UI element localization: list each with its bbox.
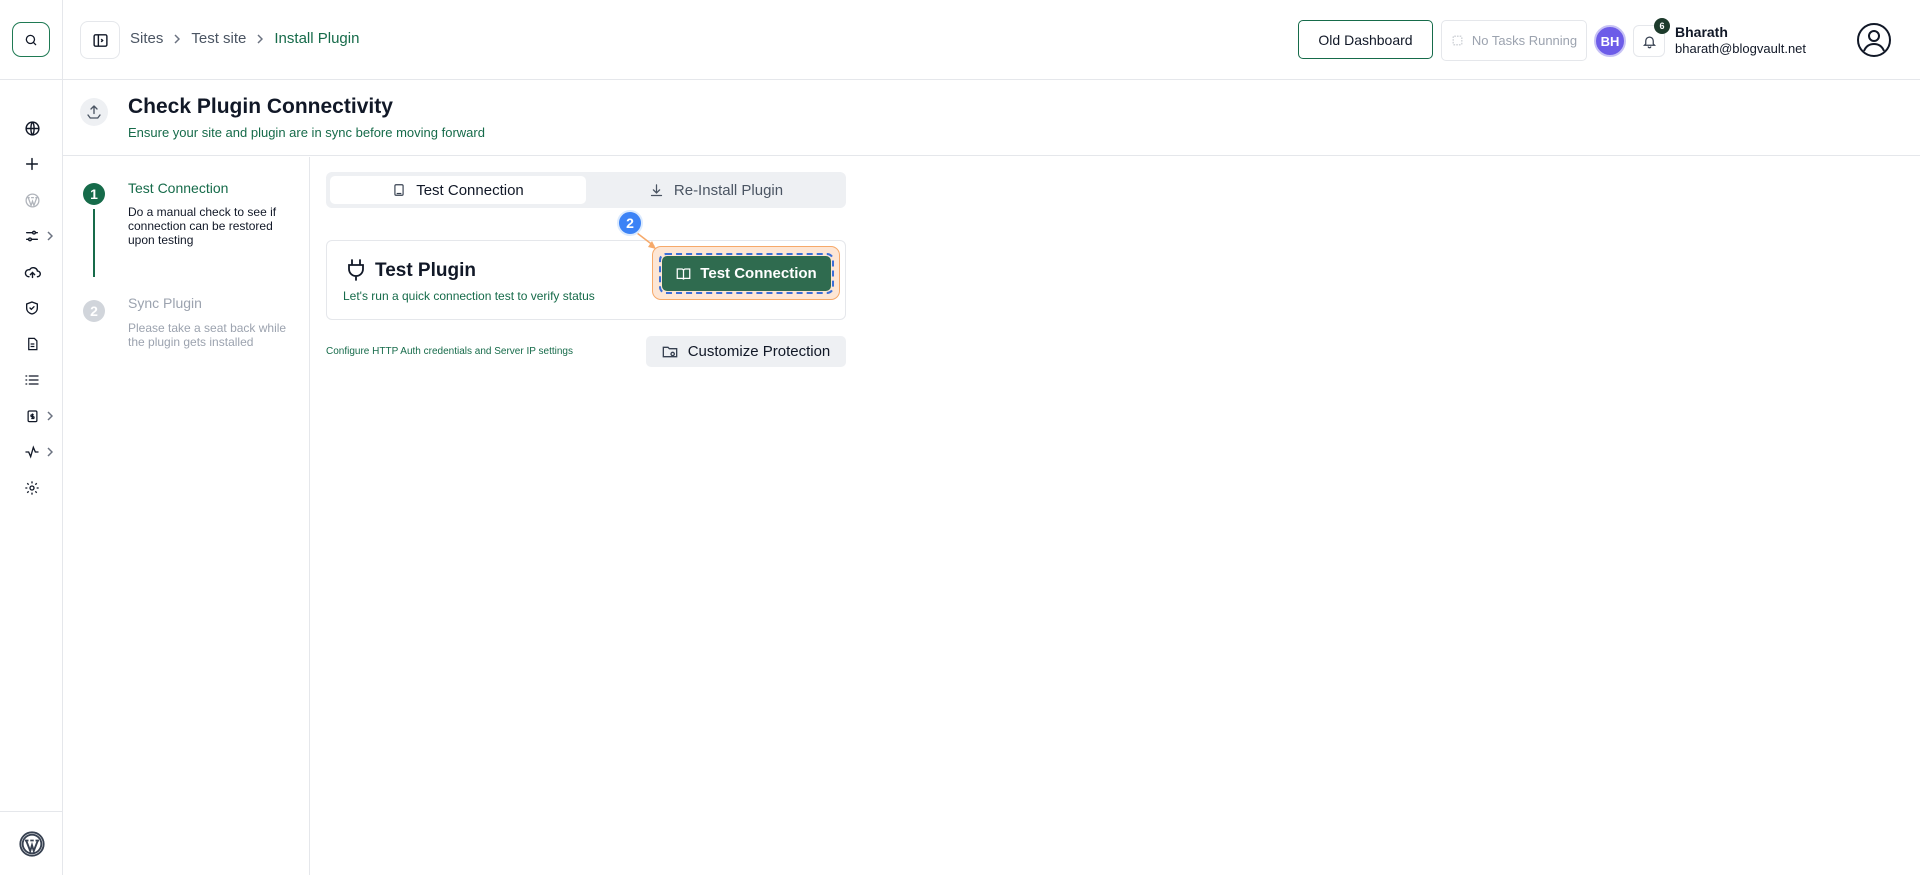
chevron-right-icon <box>257 33 264 44</box>
clipboard-icon <box>394 184 404 196</box>
plugin-upload-icon <box>80 98 108 126</box>
steps-panel: 1 Test Connection Do a manual check to s… <box>63 157 310 875</box>
search-icon <box>25 34 37 45</box>
chevron-right-icon[interactable] <box>46 447 54 457</box>
card-description: Let's run a quick connection test to ver… <box>343 289 595 303</box>
nav-settings[interactable] <box>22 478 42 498</box>
tab-bar: Test Connection Re-Install Plugin <box>326 172 846 208</box>
plus-icon <box>25 157 39 171</box>
config-auth-link[interactable]: Configure HTTP Auth credentials and Serv… <box>326 346 573 357</box>
globe-icon <box>24 120 40 136</box>
step-progress-line <box>93 209 95 277</box>
notification-badge: 6 <box>1654 18 1670 34</box>
breadcrumb-sites[interactable]: Sites <box>130 30 163 47</box>
nav-wordpress[interactable] <box>22 190 42 210</box>
cloud-upload-icon <box>24 266 41 278</box>
left-rail <box>0 0 63 875</box>
rail-divider <box>0 811 63 812</box>
sidebar-panel-icon <box>92 33 108 47</box>
nav-add[interactable] <box>22 154 42 174</box>
page-title: Check Plugin Connectivity <box>128 95 393 118</box>
avatar[interactable]: BH <box>1594 25 1626 57</box>
tasks-label: No Tasks Running <box>1471 33 1578 48</box>
breadcrumb-test-site[interactable]: Test site <box>191 30 246 47</box>
clipboard-dollar-icon <box>27 410 37 423</box>
shield-check-icon <box>26 301 38 315</box>
step-2-number: 2 <box>83 300 105 322</box>
top-header: Sites Test site Install Plugin Old Dashb… <box>63 0 1920 80</box>
folder-settings-icon <box>662 346 678 357</box>
list-icon <box>25 375 39 385</box>
customize-protection-label: Customize Protection <box>687 343 831 360</box>
nav-sites[interactable] <box>22 118 42 138</box>
tasks-icon <box>1452 35 1463 46</box>
chevron-right-icon[interactable] <box>46 411 54 421</box>
page-subtitle: Ensure your site and plugin are in sync … <box>128 125 485 140</box>
chevron-right-icon[interactable] <box>46 231 54 241</box>
activity-icon <box>25 445 39 459</box>
nav-backups[interactable] <box>22 262 42 282</box>
nav-security[interactable] <box>22 298 42 318</box>
step-2-description: Please take a seat back while the plugin… <box>128 321 287 349</box>
download-icon <box>650 183 663 196</box>
tab-test-connection-label: Test Connection <box>416 181 524 199</box>
user-name: Bharath <box>1675 24 1728 40</box>
nav-logs[interactable] <box>22 370 42 390</box>
tab-reinstall-plugin[interactable]: Re-Install Plugin <box>590 176 842 204</box>
tab-reinstall-plugin-label: Re-Install Plugin <box>673 181 784 199</box>
nav-reports[interactable] <box>22 334 42 354</box>
old-dashboard-button[interactable]: Old Dashboard <box>1298 20 1433 59</box>
bell-icon <box>1642 36 1656 48</box>
search-button[interactable] <box>12 22 50 57</box>
customize-protection-button[interactable]: Customize Protection <box>646 336 846 367</box>
gear-icon <box>25 481 39 495</box>
breadcrumb: Sites Test site Install Plugin <box>130 30 359 47</box>
plug-icon <box>348 259 364 281</box>
step-1-description: Do a manual check to see if connection c… <box>128 205 277 247</box>
step-1-number: 1 <box>83 183 105 205</box>
step-1-title[interactable]: Test Connection <box>128 180 228 196</box>
file-icon <box>27 337 37 351</box>
rail-divider <box>0 79 63 80</box>
nav-activity[interactable] <box>22 442 42 462</box>
wordpress-logo[interactable] <box>18 830 46 858</box>
sliders-icon <box>26 230 38 242</box>
user-email: bharath@blogvault.net <box>1675 41 1807 56</box>
card-title: Test Plugin <box>375 260 476 281</box>
nav-billing[interactable] <box>22 406 42 426</box>
step-2-title: Sync Plugin <box>128 295 202 311</box>
page-heading: Check Plugin Connectivity Ensure your si… <box>63 80 1920 156</box>
user-profile-icon[interactable] <box>1856 22 1892 58</box>
nav-settings-sliders[interactable] <box>22 226 42 246</box>
sidebar-toggle-button[interactable] <box>80 21 120 59</box>
tasks-status[interactable]: No Tasks Running <box>1441 20 1587 61</box>
focus-outline <box>659 253 834 294</box>
chevron-right-icon <box>174 33 181 44</box>
wordpress-icon <box>24 192 40 208</box>
tab-test-connection[interactable]: Test Connection <box>330 176 586 204</box>
breadcrumb-install-plugin: Install Plugin <box>274 30 360 47</box>
step-marker: 2 <box>617 210 643 236</box>
